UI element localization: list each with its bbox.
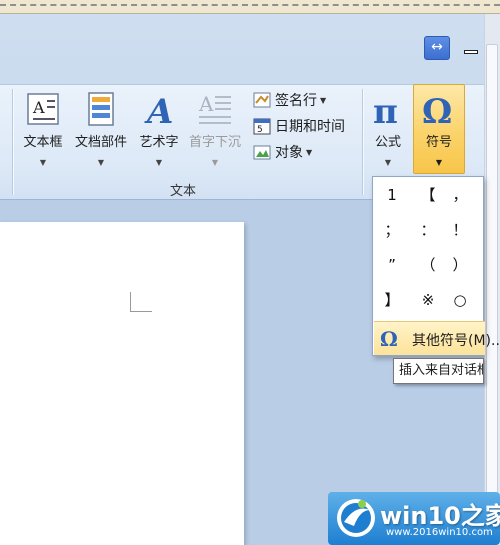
doc-parts-icon <box>88 92 114 126</box>
date-time-button[interactable]: 5 日期和时间 <box>253 115 345 137</box>
document-page[interactable] <box>0 222 244 545</box>
omega-icon: Ω <box>422 92 452 127</box>
watermark-title: win10之家 <box>380 502 500 530</box>
text-box-icon: A <box>27 93 59 125</box>
group-divider <box>362 89 363 195</box>
watermark-url: www.2016win10.com <box>386 527 493 538</box>
date-time-label: 日期和时间 <box>275 119 345 135</box>
chevron-down-icon: ▼ <box>306 147 313 157</box>
chevron-down-icon: ▼ <box>211 158 219 167</box>
omega-icon: Ω <box>380 327 398 351</box>
formula-label: 公式 <box>374 135 401 150</box>
text-box-label: 文本框 <box>23 135 63 150</box>
chevron-down-icon: ▼ <box>39 158 47 167</box>
object-button[interactable]: 对象 ▼ <box>253 141 312 163</box>
resize-button[interactable]: ↔ <box>424 36 450 60</box>
svg-text:A: A <box>144 92 173 127</box>
doc-parts-button[interactable]: 文档部件 ▼ <box>70 91 132 168</box>
symbol-cell[interactable]: 1 <box>377 180 407 210</box>
signature-line-button[interactable]: 签名行 ▼ <box>253 89 326 111</box>
group-divider <box>12 89 13 195</box>
svg-text:A: A <box>198 92 214 116</box>
more-symbols-item[interactable]: Ω 其他符号(M)... <box>374 321 500 355</box>
object-label: 对象 <box>275 145 303 161</box>
chevron-down-icon: ▼ <box>320 95 327 105</box>
object-icon <box>253 145 271 160</box>
svg-text:Ω: Ω <box>422 92 452 127</box>
symbol-cell[interactable]: ） <box>445 250 475 280</box>
win10-logo-icon <box>337 499 375 537</box>
signature-icon <box>253 92 271 108</box>
svg-text:π: π <box>373 92 398 127</box>
symbol-grid: 1 【 ， ； ： ！ ” （ ） 】 ※ ○ <box>373 177 485 319</box>
title-bar: ↔ <box>0 14 500 84</box>
symbol-button[interactable]: Ω 符号 ▼ <box>413 84 465 174</box>
minimize-button[interactable] <box>464 50 478 54</box>
word-art-icon: A <box>144 92 173 127</box>
watermark-logo: win10之家 www.2016win10.com <box>328 492 500 545</box>
symbol-dropdown: 1 【 ， ； ： ！ ” （ ） 】 ※ ○ Ω 其他符号(M)... <box>372 176 500 356</box>
text-box-button[interactable]: A 文本框 ▼ <box>18 91 68 168</box>
margin-corner-mark <box>130 292 152 312</box>
tooltip: 插入来自对话框的符号 <box>393 358 484 384</box>
symbol-label: 符号 <box>425 135 452 150</box>
signature-line-label: 签名行 <box>275 93 317 109</box>
drop-cap-icon: A <box>198 92 231 124</box>
symbol-cell[interactable]: ！ <box>445 215 475 245</box>
word-art-button[interactable]: A 艺术字 ▼ <box>134 91 184 168</box>
top-strip <box>0 0 500 14</box>
group-label-text: 文本 <box>170 184 197 199</box>
symbol-cell[interactable]: （ <box>413 250 443 280</box>
chevron-down-icon: ▼ <box>384 158 392 167</box>
svg-text:5: 5 <box>257 125 263 135</box>
drop-cap-label: 首字下沉 <box>188 135 241 150</box>
chevron-down-icon: ▼ <box>155 158 163 167</box>
pi-icon: π <box>373 92 398 127</box>
chevron-down-icon: ▼ <box>435 158 443 167</box>
more-symbols-label: 其他符号(M)... <box>412 333 500 349</box>
symbol-cell[interactable]: ” <box>377 250 407 280</box>
scrollbar-thumb[interactable] <box>486 44 498 504</box>
symbol-cell[interactable]: ， <box>445 180 475 210</box>
symbol-cell[interactable]: 【 <box>413 180 443 210</box>
doc-parts-label: 文档部件 <box>74 135 127 150</box>
symbol-cell[interactable]: ： <box>413 215 443 245</box>
formula-button[interactable]: π 公式 ▼ <box>368 91 408 168</box>
calendar-icon: 5 <box>253 118 271 135</box>
svg-text:A: A <box>32 98 45 117</box>
word-art-label: 艺术字 <box>139 135 179 150</box>
symbol-cell[interactable]: ； <box>377 215 407 245</box>
symbol-cell[interactable]: ※ <box>413 285 443 315</box>
symbol-cell[interactable]: 】 <box>377 285 407 315</box>
symbol-cell[interactable]: ○ <box>445 285 475 315</box>
chevron-down-icon: ▼ <box>97 158 105 167</box>
drop-cap-button[interactable]: A 首字下沉 ▼ <box>184 91 246 168</box>
